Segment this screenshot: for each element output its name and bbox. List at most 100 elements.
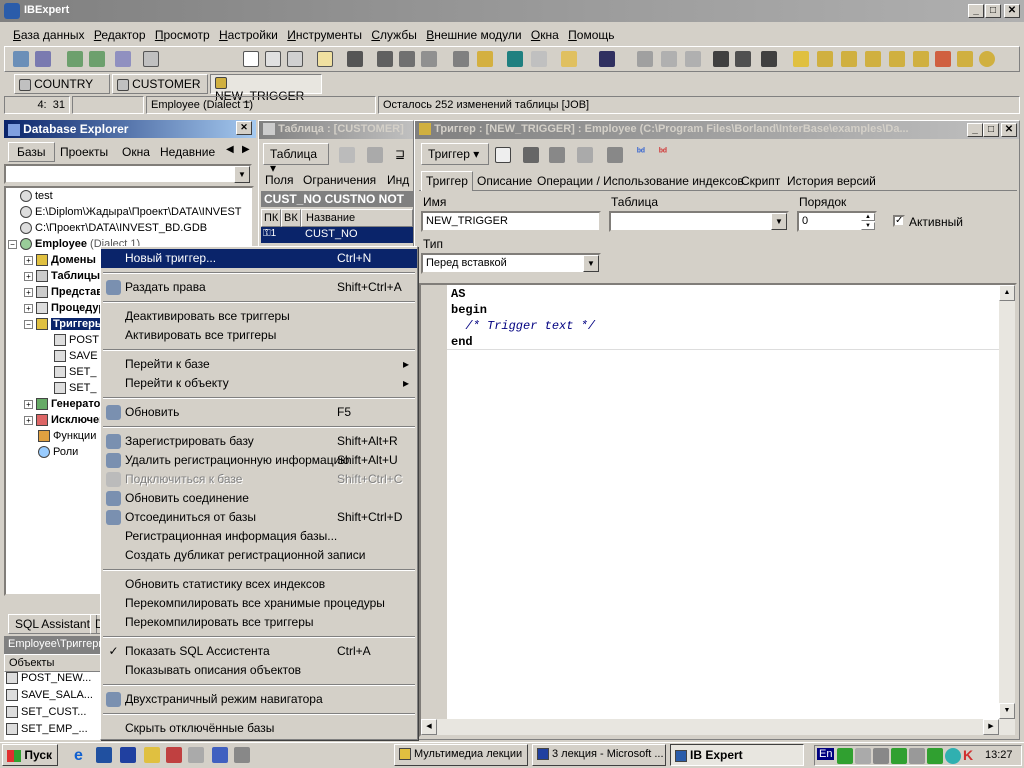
vertical-scrollbar[interactable]: ▲ ▼ [999,285,1015,719]
tree-item-functions[interactable]: Функции [38,430,96,443]
context-menu-item[interactable]: Создать дубликат регистрационной записи [101,546,417,565]
language-indicator[interactable]: En [817,748,835,760]
tabs-scroll-right[interactable]: ▶ [242,144,250,155]
extra-toolbar-icon[interactable]: ⊒ [395,147,405,161]
tray-app-icon[interactable] [891,748,907,764]
menu-editor[interactable]: Редактор [91,26,149,44]
unregister-db-icon[interactable] [35,51,51,67]
tab-trigger[interactable]: Триггер [421,171,473,191]
horizontal-scrollbar[interactable]: ◀ ▶ [421,719,1015,735]
new-exception-icon[interactable] [935,51,951,67]
maximize-button[interactable]: □ [985,4,1001,18]
tab-projects[interactable]: Проекты [60,145,108,159]
list-item[interactable]: SET_EMP_... [6,723,88,736]
table-menu-button[interactable]: Таблица ▾ [263,143,329,175]
tray-cyan-icon[interactable] [945,748,961,764]
context-menu-item[interactable]: Обновить соединение [101,489,417,508]
settings-icon[interactable] [577,147,593,163]
tabs-scroll-left[interactable]: ◀ [226,144,234,155]
menu-view[interactable]: Просмотр [152,26,213,44]
order-up-button[interactable]: ▲ [861,213,875,221]
context-menu-item[interactable]: Перекомпилировать все триггеры [101,613,417,632]
connect-icon[interactable] [67,51,83,67]
db-properties-icon[interactable] [143,51,159,67]
save-icon[interactable] [599,51,615,67]
context-menu-item[interactable]: Деактивировать все триггеры [101,307,417,326]
explorer-close-button[interactable]: ✕ [236,121,252,135]
window-tab-new-trigger[interactable]: NEW_TRIGGER [210,74,322,103]
context-menu-item[interactable]: Регистрационная информация базы... [101,527,417,546]
trigger-minimize-button[interactable]: _ [967,123,983,137]
tray-volume-icon[interactable] [873,748,889,764]
new-table2-icon[interactable] [817,51,833,67]
new-function-icon[interactable] [957,51,973,67]
new-view-icon[interactable] [287,51,303,67]
script-icon[interactable] [317,51,333,67]
tools-icon[interactable] [453,51,469,67]
context-menu-item[interactable]: Отсоединиться от базы Shift+Ctrl+D [101,508,417,527]
trigger-name-input[interactable]: NEW_TRIGGER [421,211,601,232]
register-db-icon[interactable] [13,51,29,67]
menu-database[interactable]: База данных [10,26,87,44]
monitor-icon[interactable] [507,51,523,67]
table-select[interactable]: ▼ [609,211,789,232]
minimize-button[interactable]: _ [968,4,984,18]
tab-windows[interactable]: Окна [122,145,150,159]
menu-tools[interactable]: Инструменты [284,26,365,44]
quicklaunch4-icon[interactable] [212,747,228,763]
disconnect-icon[interactable] [89,51,105,67]
task-multimedia[interactable]: Мультимедиа лекции [394,744,528,766]
window-tab-country[interactable]: COUNTRY [14,74,110,94]
active-checkbox[interactable]: ✓ [893,215,905,227]
task-word[interactable]: 3 лекция - Microsoft ... [532,744,666,766]
context-menu-item[interactable]: Перейти к базе ▸ [101,355,417,374]
context-menu-item[interactable]: Новый триггер... Ctrl+N [101,249,417,268]
trigger-menu-button[interactable]: Триггер ▾ [421,143,489,165]
context-menu-item[interactable]: Скрыть отключённые базы [101,719,417,738]
tray-fm-icon[interactable] [837,748,853,764]
print-icon[interactable] [549,147,565,163]
code-editor[interactable]: AS begin /* Trigger text */ end ▲ ▼ ◀ ▶ [419,283,1017,737]
tree-item-trigger-post[interactable]: POST [54,334,99,347]
tray-green-icon[interactable] [927,748,943,764]
list-item[interactable]: SAVE_SALA... [6,689,93,702]
menu-help[interactable]: Помощь [565,26,617,44]
tray-network-icon[interactable] [855,748,871,764]
copy-icon[interactable] [661,51,677,67]
new-generator-icon[interactable] [913,51,929,67]
forward-icon[interactable] [399,51,415,67]
tab-databases[interactable]: Базы [8,142,55,162]
word-icon[interactable] [120,747,136,763]
compile-icon[interactable] [495,147,511,163]
context-menu-item[interactable]: Показывать описания объектов [101,661,417,680]
find-next-icon[interactable] [761,51,777,67]
tree-item-invest[interactable]: C:\Проект\DATA\INVEST_BD.GDB [20,222,207,235]
db-settings-icon[interactable] [115,51,131,67]
table-row[interactable]: ⚿1 CUST_NO [261,227,413,243]
tree-item-trigger-save[interactable]: SAVE [54,350,98,363]
tab-history[interactable]: История версий [787,174,876,188]
tab-script[interactable]: Скрипт [741,174,780,188]
tree-item-tables[interactable]: + Таблицы [24,270,100,283]
context-menu-item[interactable]: Обновить F5 [101,403,417,422]
tree-item-triggers[interactable]: − Триггеры [24,318,107,331]
tray-k-icon[interactable]: K [963,747,973,763]
menu-services[interactable]: Службы [368,26,419,44]
tab-description[interactable]: Описание [477,174,532,188]
tab-operations[interactable]: Операции / Использование индексов [537,174,744,188]
debug-icon[interactable] [607,147,623,163]
outlook-icon[interactable] [96,747,112,763]
context-menu-item[interactable]: Перекомпилировать все хранимые процедуры [101,594,417,613]
tab-fields[interactable]: Поля [265,173,294,187]
context-menu-item[interactable]: ✓ Показать SQL Ассистента Ctrl+A [101,642,417,661]
context-menu-item[interactable]: Двухстраничный режим навигатора [101,690,417,709]
context-menu-item[interactable]: Зарегистрировать базу Shift+Alt+R [101,432,417,451]
type-select[interactable]: Перед вставкой ▼ [421,253,601,274]
new-trigger-icon[interactable] [889,51,905,67]
replace-icon[interactable] [735,51,751,67]
quicklaunch5-icon[interactable] [234,747,250,763]
tray-speaker-icon[interactable] [909,748,925,764]
list-item[interactable]: POST_NEW... [6,672,91,685]
quicklaunch-icon[interactable] [144,747,160,763]
menu-windows[interactable]: Окна [528,26,562,44]
